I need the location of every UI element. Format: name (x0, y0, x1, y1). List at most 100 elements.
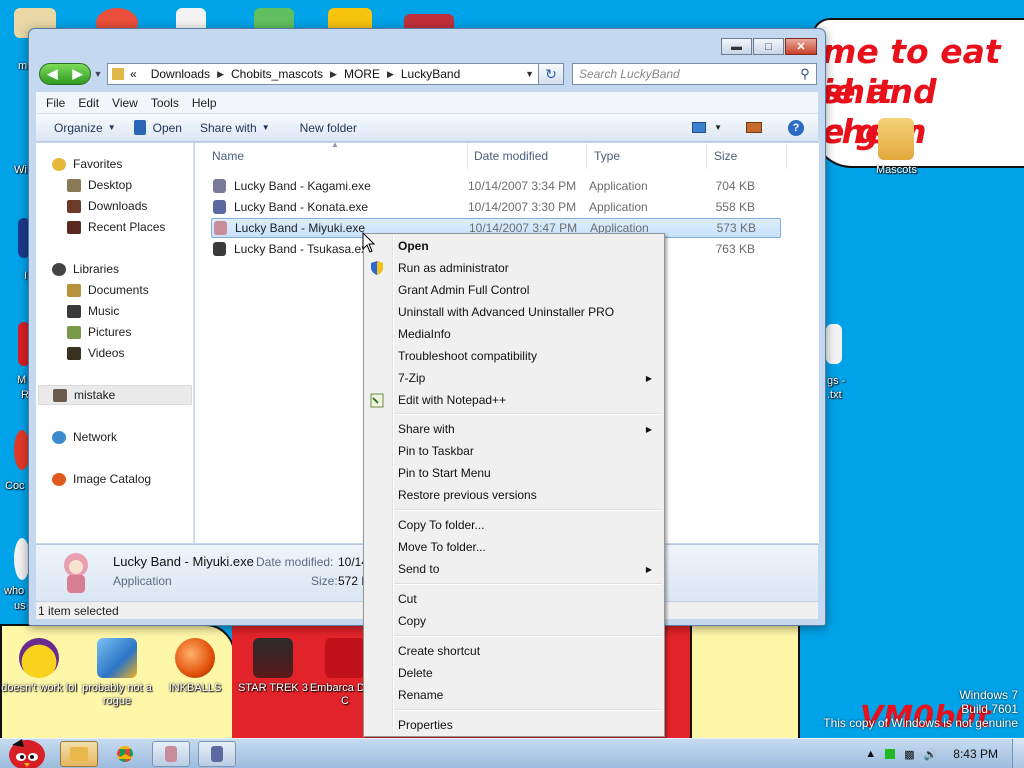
volume-icon[interactable]: 🔊 (924, 748, 938, 761)
uac-shield-icon (371, 261, 383, 275)
menu-item-label: Restore previous versions (398, 488, 537, 502)
show-hidden-icons-icon[interactable]: ▲ (865, 748, 876, 760)
menu-item-troubleshoot-compatibility[interactable]: Troubleshoot compatibility (366, 345, 662, 367)
menu-item-edit-with-notepad-plus-plus[interactable]: Edit with Notepad++ (366, 389, 662, 411)
refresh-button[interactable]: ↻ (539, 63, 564, 85)
chrome-icon (117, 746, 133, 762)
menu-item-share-with[interactable]: Share with ▶ (366, 418, 662, 440)
menu-item-mediainfo[interactable]: MediaInfo (366, 323, 662, 345)
maximize-button[interactable]: □ (753, 38, 784, 55)
text-file-label-2: .txt (827, 389, 842, 401)
clock[interactable]: 8:43 PM (953, 747, 998, 761)
show-desktop-button[interactable] (1012, 739, 1024, 768)
menu-item-copy[interactable]: Copy (366, 610, 662, 632)
menu-item-7zip[interactable]: 7-Zip ▶ (366, 367, 662, 389)
action-center-icon[interactable] (885, 749, 896, 759)
menu-edit[interactable]: Edit (78, 96, 99, 110)
column-header-name[interactable]: Name (205, 143, 468, 169)
menu-item-cut[interactable]: Cut (366, 588, 662, 610)
dev-cpp-icon (325, 638, 365, 678)
details-file-name: Lucky Band - Miyuki.exe (113, 554, 254, 569)
menu-item-copy-to-folder[interactable]: Copy To folder... (366, 514, 662, 536)
breadcrumb-chobits-mascots[interactable]: Chobits_mascots (231, 67, 323, 81)
menu-separator (394, 709, 662, 711)
taskbar-explorer[interactable] (60, 741, 98, 767)
desktop-icon-probably-not-a-rogue[interactable]: probably not a rogue (78, 638, 156, 708)
breadcrumb-downloads[interactable]: Downloads (151, 67, 210, 81)
menu-item-grant-admin-full-control[interactable]: Grant Admin Full Control (366, 279, 662, 301)
network-status-icon[interactable]: ▩ (904, 748, 914, 761)
caption-buttons: ▬ □ ✕ (721, 38, 817, 55)
address-dropdown-icon[interactable]: ▼ (525, 69, 534, 79)
file-row[interactable]: Lucky Band - Konata.exe 10/14/2007 3:30 … (211, 197, 781, 217)
change-view-icon[interactable] (692, 122, 707, 133)
menu-item-create-shortcut[interactable]: Create shortcut (366, 640, 662, 662)
menu-file[interactable]: File (46, 96, 65, 110)
navigation-pane: Favorites Desktop Downloads Recent Place… (36, 143, 194, 543)
back-forward-buttons: ◀ ▶ (39, 63, 91, 85)
menu-item-label: Pin to Start Menu (398, 466, 491, 480)
menu-item-run-as-administrator[interactable]: Run as administrator (366, 257, 662, 279)
menu-item-properties[interactable]: Properties (366, 714, 662, 736)
organize-button[interactable]: Organize ▼ (54, 121, 116, 135)
nav-mistake[interactable]: mistake (38, 385, 192, 405)
open-button[interactable]: Open (133, 120, 182, 135)
nav-label: mistake (74, 388, 116, 402)
share-with-button[interactable]: Share with ▼ (200, 121, 270, 135)
search-input[interactable]: Search LuckyBand (579, 67, 794, 81)
menu-item-move-to-folder[interactable]: Move To folder... (366, 536, 662, 558)
back-arrow-icon[interactable]: ◀ (48, 66, 58, 82)
nav-libraries[interactable]: Libraries (52, 259, 208, 279)
taskbar-konata-app[interactable] (198, 741, 236, 767)
navigation-row: ◀ ▶ ▼ « Downloads ▶ Chobits_mascots ▶ MO… (39, 62, 817, 86)
nav-favorites[interactable]: Favorites (52, 154, 208, 174)
desktop-icon-yahoo[interactable]: doesn't work lol (0, 638, 78, 695)
menu-item-rename[interactable]: Rename (366, 684, 662, 706)
new-folder-button[interactable]: New folder (300, 121, 357, 135)
breadcrumb-separator-icon[interactable]: ▶ (330, 69, 337, 80)
preview-pane-icon[interactable] (746, 122, 762, 133)
minimize-button[interactable]: ▬ (721, 38, 752, 55)
menu-item-pin-to-start-menu[interactable]: Pin to Start Menu (366, 462, 662, 484)
taskbar-chrome[interactable] (106, 741, 144, 767)
nav-label: Image Catalog (73, 472, 152, 486)
menu-tools[interactable]: Tools (151, 96, 179, 110)
taskbar-miyuki-app[interactable] (152, 741, 190, 767)
help-icon[interactable]: ? (788, 119, 804, 136)
breadcrumb-separator-icon[interactable]: ▶ (217, 69, 224, 80)
mascots-folder-icon[interactable] (878, 118, 914, 160)
menu-item-send-to[interactable]: Send to ▶ (366, 558, 662, 580)
chevron-down-icon[interactable]: ▼ (714, 123, 722, 132)
text-file-icon[interactable] (826, 324, 842, 364)
close-button[interactable]: ✕ (785, 38, 817, 55)
menu-help[interactable]: Help (192, 96, 217, 110)
menu-item-restore-previous-versions[interactable]: Restore previous versions (366, 484, 662, 506)
address-bar[interactable]: « Downloads ▶ Chobits_mascots ▶ MORE ▶ L… (107, 63, 539, 85)
column-header-type[interactable]: Type (587, 143, 707, 169)
search-icon[interactable]: ⚲ (794, 66, 816, 82)
menu-item-pin-to-taskbar[interactable]: Pin to Taskbar (366, 440, 662, 462)
menu-item-open[interactable]: Open (366, 235, 662, 257)
menu-item-uninstall-advanced-uninstaller[interactable]: Uninstall with Advanced Uninstaller PRO (366, 301, 662, 323)
search-box[interactable]: Search LuckyBand ⚲ (572, 63, 817, 85)
breadcrumb-prefix[interactable]: « (130, 67, 137, 81)
image-catalog-icon (52, 472, 66, 486)
file-row[interactable]: Lucky Band - Kagami.exe 10/14/2007 3:34 … (211, 176, 781, 196)
recent-pages-dropdown[interactable]: ▼ (91, 69, 105, 79)
nav-image-catalog[interactable]: Image Catalog (52, 469, 208, 489)
file-date: 10/14/2007 3:34 PM (468, 179, 577, 193)
column-header-date[interactable]: Date modified (467, 143, 587, 169)
breadcrumb-more[interactable]: MORE (344, 67, 380, 81)
menu-view[interactable]: View (112, 96, 138, 110)
desktop-icon-inkballs[interactable]: INKBALLS (156, 638, 234, 695)
menu-separator (394, 509, 662, 511)
mascots-label[interactable]: Mascots (876, 164, 917, 176)
menu-item-delete[interactable]: Delete (366, 662, 662, 684)
nav-network[interactable]: Network (52, 427, 208, 447)
breadcrumb-luckyband[interactable]: LuckyBand (401, 67, 460, 81)
column-header-size[interactable]: Size (707, 143, 787, 169)
breadcrumb-separator-icon[interactable]: ▶ (387, 69, 394, 80)
start-button-icon[interactable] (4, 735, 50, 768)
forward-arrow-icon[interactable]: ▶ (73, 66, 83, 82)
desktop-icon-star-trek-3[interactable]: STAR TREK 3 (234, 638, 312, 695)
